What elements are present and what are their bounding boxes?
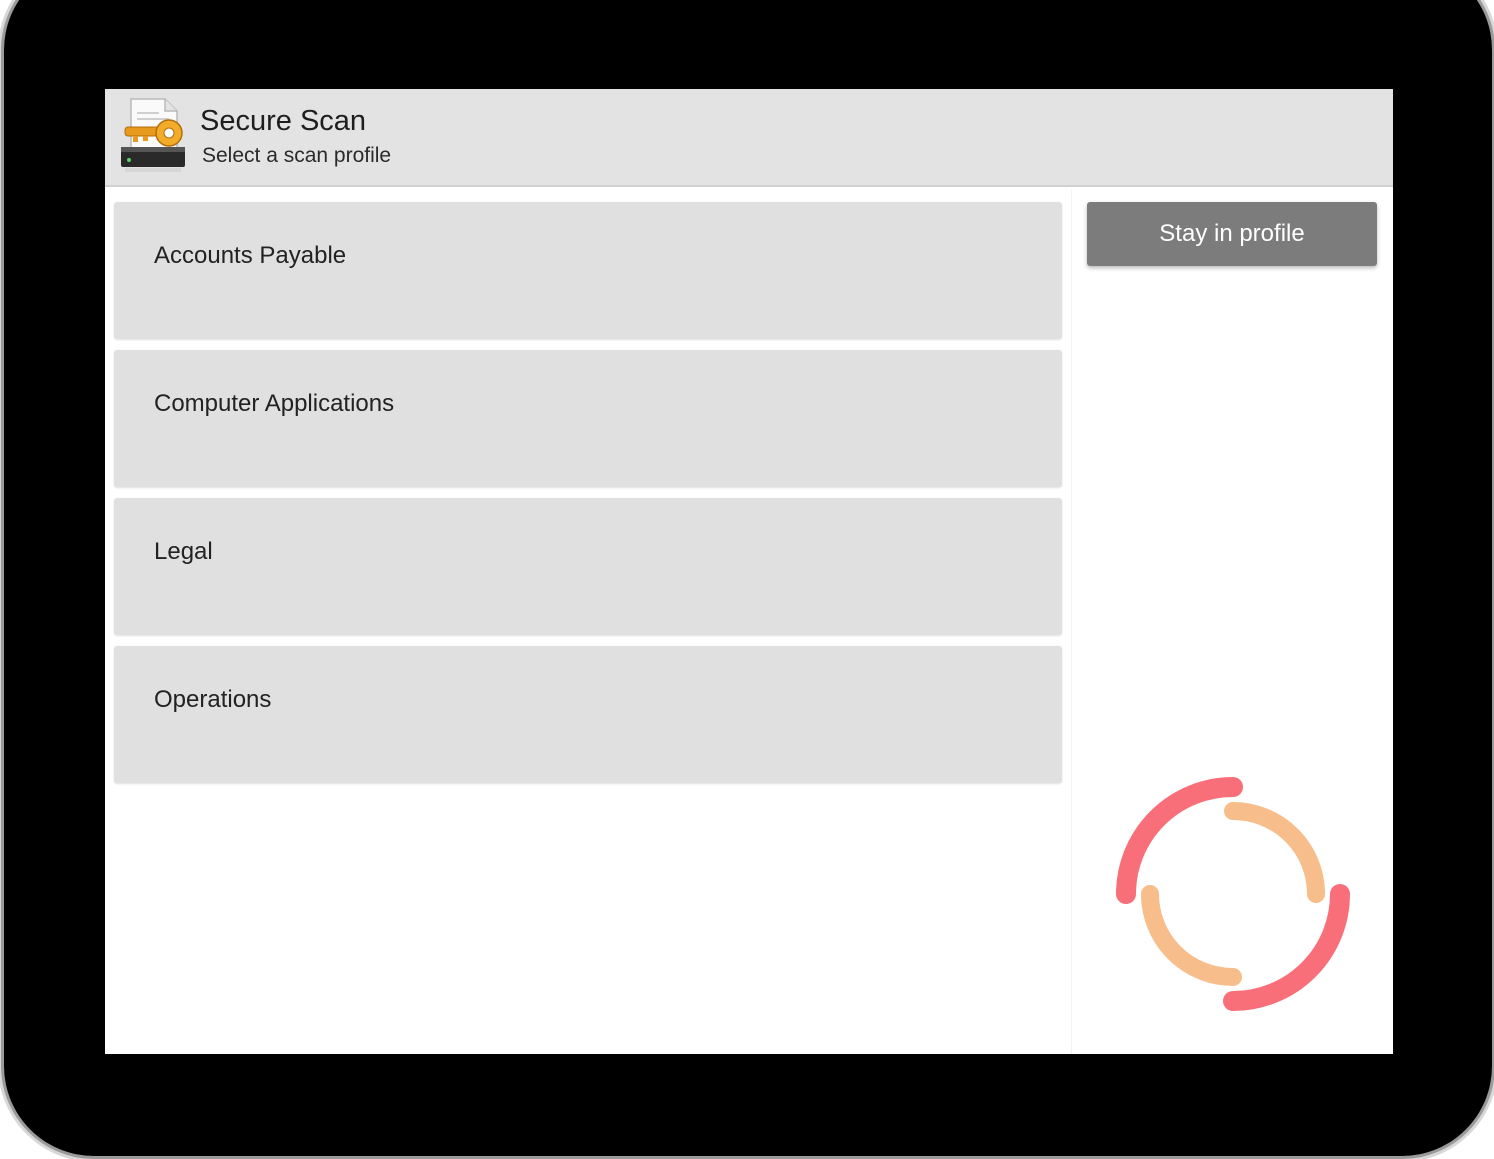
spinner-inner-arc bbox=[1224, 802, 1325, 903]
stay-in-profile-button[interactable]: Stay in profile bbox=[1087, 202, 1377, 266]
loading-spinner-icon bbox=[1116, 777, 1350, 1011]
profile-list: Accounts Payable Computer Applications L… bbox=[114, 202, 1062, 794]
screen: Secure Scan Select a scan profile Accoun… bbox=[105, 89, 1393, 1054]
profile-item-accounts-payable[interactable]: Accounts Payable bbox=[114, 202, 1062, 339]
spinner-outer-arc bbox=[1116, 777, 1243, 904]
app-subtitle: Select a scan profile bbox=[202, 144, 392, 167]
profile-item-legal[interactable]: Legal bbox=[114, 498, 1062, 635]
profile-label: Accounts Payable bbox=[154, 242, 347, 269]
profile-item-operations[interactable]: Operations bbox=[114, 646, 1062, 783]
panel-divider bbox=[1071, 189, 1072, 1054]
secure-scan-icon bbox=[121, 98, 185, 172]
spinner-inner-arc bbox=[1141, 885, 1242, 986]
app-title: Secure Scan bbox=[200, 105, 367, 137]
profile-label: Operations bbox=[154, 686, 272, 713]
spinner-outer-arc bbox=[1223, 884, 1350, 1011]
profile-label: Legal bbox=[154, 538, 213, 565]
profile-label: Computer Applications bbox=[154, 390, 395, 417]
app-header: Secure Scan Select a scan profile bbox=[105, 89, 1393, 187]
profile-item-computer-applications[interactable]: Computer Applications bbox=[114, 350, 1062, 487]
